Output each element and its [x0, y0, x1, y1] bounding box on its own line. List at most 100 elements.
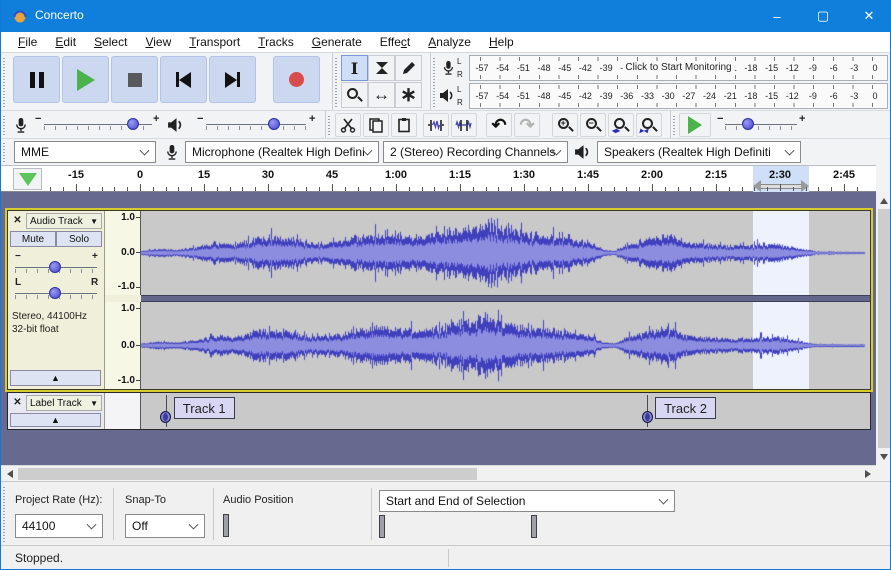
project-rate-select[interactable]: 44100 [15, 514, 103, 538]
selection-end-field[interactable] [531, 515, 537, 538]
track-title-menu[interactable]: Label Track▼ [26, 395, 102, 411]
close-track-button[interactable]: ✕ [10, 395, 25, 410]
microphone-icon [13, 116, 28, 134]
label-text-2[interactable]: Track 2 [655, 397, 716, 419]
solo-button[interactable]: Solo [56, 231, 102, 247]
slider-thumb[interactable] [49, 287, 61, 299]
scroll-right-button[interactable] [859, 466, 876, 482]
maximize-button[interactable]: ▢ [800, 0, 846, 32]
toolbar-grip[interactable] [2, 114, 7, 135]
toolbar-grip[interactable] [2, 142, 7, 162]
copy-icon [368, 117, 384, 133]
skip-to-end-button[interactable] [209, 56, 256, 103]
menu-item-help[interactable]: Help [480, 35, 523, 49]
menu-item-generate[interactable]: Generate [303, 35, 371, 49]
envelope-icon [374, 60, 390, 76]
paste-button[interactable] [391, 113, 417, 137]
timeline-ruler[interactable]: -1501530451:001:151:301:452:002:152:302:… [1, 165, 876, 192]
slider-thumb[interactable] [742, 118, 754, 130]
selection-mode-select[interactable]: Start and End of Selection [379, 490, 675, 512]
waveform-channel-2[interactable] [141, 302, 870, 389]
zoom-in-button[interactable]: + [552, 113, 578, 137]
label-text-1[interactable]: Track 1 [174, 397, 235, 419]
play-button[interactable] [62, 56, 109, 103]
skip-to-start-button[interactable] [160, 56, 207, 103]
menu-item-file[interactable]: File [9, 35, 46, 49]
draw-tool-button[interactable] [395, 55, 422, 81]
quick-play-button[interactable] [13, 168, 42, 190]
collapse-track-button[interactable]: ▲ [10, 413, 101, 427]
waveform-channel-1[interactable] [141, 211, 870, 295]
record-button[interactable] [273, 56, 320, 103]
recording-volume-slider[interactable] [44, 116, 152, 134]
gain-slider[interactable] [15, 259, 97, 277]
pan-slider[interactable] [15, 285, 97, 303]
trim-audio-icon [427, 118, 445, 133]
minimize-button[interactable]: – [754, 0, 800, 32]
play-at-speed-button[interactable] [679, 113, 711, 137]
scroll-up-button[interactable] [876, 192, 891, 209]
trim-audio-button[interactable] [423, 113, 449, 137]
audio-position-field[interactable] [223, 514, 229, 537]
scrollbar-thumb[interactable] [878, 209, 890, 448]
envelope-tool-button[interactable] [368, 55, 395, 81]
zoom-selection-button[interactable]: ◂▸ [608, 113, 634, 137]
scroll-down-button[interactable] [876, 448, 891, 465]
close-track-button[interactable]: ✕ [10, 213, 25, 228]
multi-tool-button[interactable]: ∗ [395, 82, 422, 108]
menu-item-edit[interactable]: Edit [46, 35, 85, 49]
toolbar-grip[interactable] [334, 56, 339, 107]
vertical-ruler-ch1[interactable]: 1.0 0.0 -1.0 [105, 211, 141, 295]
slider-thumb[interactable] [49, 261, 61, 273]
toolbar-grip[interactable] [327, 114, 332, 135]
monitoring-overlay[interactable]: Click to Start Monitoring [622, 62, 734, 73]
copy-button[interactable] [363, 113, 389, 137]
vertical-ruler-ch2[interactable]: 1.0 0.0 -1.0 [105, 302, 141, 389]
menu-item-tracks[interactable]: Tracks [249, 35, 303, 49]
meter-db-label: -18 [744, 63, 757, 73]
menu-item-transport[interactable]: Transport [180, 35, 249, 49]
scroll-left-button[interactable] [1, 466, 18, 482]
mute-button[interactable]: Mute [10, 231, 56, 247]
cut-button[interactable] [335, 113, 361, 137]
vertical-scrollbar[interactable] [876, 192, 891, 465]
zoom-out-button[interactable]: − [580, 113, 606, 137]
track-title-menu[interactable]: Audio Track▼ [26, 213, 102, 229]
silence-audio-button[interactable] [451, 113, 477, 137]
collapse-track-button[interactable]: ▲ [10, 370, 101, 386]
menu-item-analyze[interactable]: Analyze [419, 35, 480, 49]
menu-item-select[interactable]: Select [85, 35, 136, 49]
playback-meter[interactable]: LR -57-54-51-48-45-42-39-36-33-30-27-24-… [431, 82, 891, 110]
recording-device-select[interactable]: Microphone (Realtek High Defini [185, 141, 379, 163]
selection-toolbar: Project Rate (Hz): 44100 Snap-To Off Aud… [1, 481, 891, 545]
toolbar-grip[interactable] [2, 56, 7, 107]
playback-speed-slider[interactable] [725, 116, 797, 134]
menu-item-view[interactable]: View [136, 35, 180, 49]
redo-button[interactable]: ↷ [514, 113, 540, 137]
undo-button[interactable]: ↶ [486, 113, 512, 137]
playback-device-select[interactable]: Speakers (Realtek High Definiti [597, 141, 801, 163]
toolbar-grip[interactable] [672, 114, 677, 135]
recording-channels-select[interactable]: 2 (Stereo) Recording Channels [383, 141, 568, 163]
close-button[interactable]: ✕ [846, 0, 891, 32]
timeshift-tool-button[interactable]: ↔ [368, 82, 395, 108]
selection-tool-button[interactable]: I [341, 55, 368, 81]
slider-thumb[interactable] [268, 118, 280, 130]
zoom-fit-button[interactable]: ▸◂ [636, 113, 662, 137]
scrollbar-thumb[interactable] [18, 468, 477, 480]
slider-thumb[interactable] [127, 118, 139, 130]
horizontal-scrollbar[interactable] [1, 465, 876, 481]
label-marker-icon[interactable] [642, 411, 653, 423]
selection-start-field[interactable] [379, 515, 385, 538]
audio-host-select[interactable]: MME [14, 141, 156, 163]
pause-button[interactable] [13, 56, 60, 103]
menu-item-effect[interactable]: Effect [371, 35, 419, 49]
snap-to-select[interactable]: Off [125, 514, 205, 538]
recording-meter[interactable]: LR -57-54-51-48-45-42-39-36-33-30-27-24-… [431, 54, 891, 82]
label-lane[interactable]: Track 1 Track 2 [141, 393, 870, 429]
stop-button[interactable] [111, 56, 158, 103]
label-marker-icon[interactable] [160, 411, 171, 423]
playback-volume-slider[interactable] [206, 116, 306, 134]
zoom-tool-button[interactable] [341, 82, 368, 108]
toolbar-grip[interactable] [2, 485, 7, 542]
